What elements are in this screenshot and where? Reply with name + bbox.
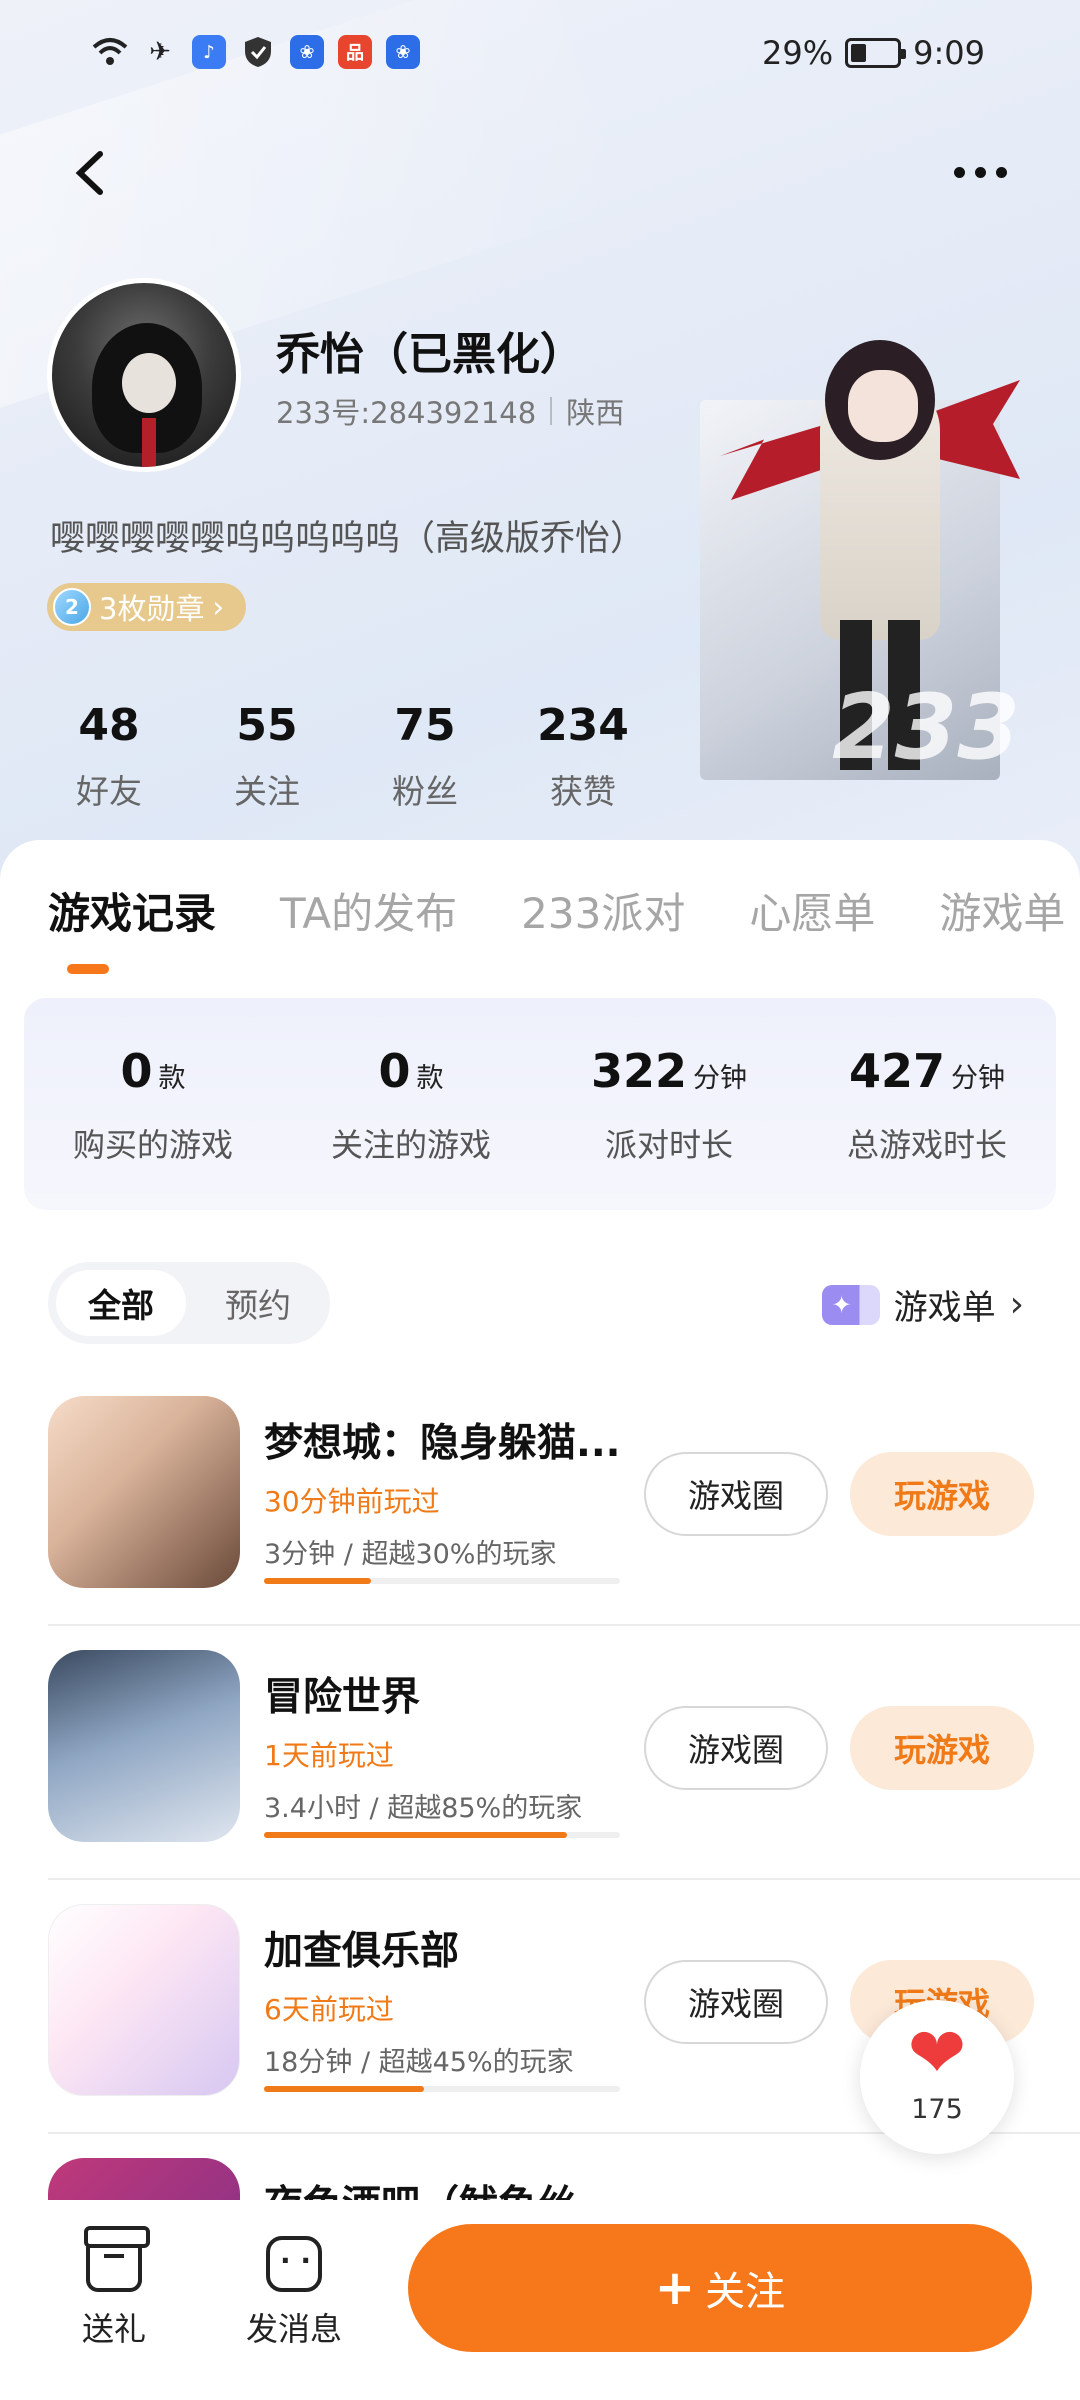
user-region: 陕西 [566, 396, 625, 430]
game-row[interactable]: 冒险世界 1天前玩过 3.4小时 / 超越85%的玩家 游戏圈 玩游戏 [48, 1626, 1080, 1880]
game-progress-bar [264, 2086, 620, 2092]
like-button[interactable]: ❤ 175 [860, 2000, 1014, 2154]
game-play-stat: 3.4小时 / 超越85%的玩家 [264, 1793, 583, 1824]
game-title: 冒险世界 [264, 1675, 421, 1720]
message-button[interactable]: 发消息 [246, 2236, 342, 2350]
game-thumbnail[interactable] [48, 1396, 240, 1588]
game-play-stat: 18分钟 / 超越45%的玩家 [264, 2047, 574, 2078]
medal-icon: 2 [53, 588, 91, 626]
chevron-right-icon: › [1009, 1284, 1024, 1325]
airplane-icon: ✈ [149, 37, 171, 67]
play-game-button[interactable]: 玩游戏 [850, 1706, 1034, 1790]
game-last-played: 30分钟前玩过 [264, 1485, 440, 1518]
game-list-link[interactable]: ✦ 游戏单 › [821, 1280, 1024, 1329]
game-title: 加查俱乐部 [264, 1929, 460, 1974]
game-circle-button[interactable]: 游戏圈 [644, 1452, 828, 1536]
tab-posts[interactable]: TA的发布 [280, 880, 457, 941]
summary-followed: 0款 关注的游戏 [330, 1044, 491, 1164]
tab-game-records[interactable]: 游戏记录 [48, 880, 216, 941]
status-bar: ✈ ♪ ❀ 品 ❀ 29% 9:09 [0, 0, 1080, 110]
character-platform-label: 233 [832, 675, 1020, 780]
summary-party-time: 322 分钟 派对时长 [590, 1044, 748, 1164]
profile-stats: 48 好友 55 关注 75 粉丝 234 获赞 [30, 700, 662, 813]
baidu-app-icon: ❀ [386, 35, 420, 69]
shopping-app-icon: 品 [338, 35, 372, 69]
follow-button[interactable]: + 关注 [408, 2224, 1032, 2352]
tab-party[interactable]: 233派对 [521, 880, 685, 941]
sparkle-icon: ✦ [821, 1284, 880, 1325]
game-play-stat: 3分钟 / 超越30%的玩家 [264, 1539, 557, 1570]
clock: 9:09 [913, 34, 985, 72]
game-title: 梦想城：隐身躲猫... [264, 1421, 621, 1466]
medal-label: 3枚勋章 [99, 592, 205, 626]
filter-reserve-button[interactable]: 预约 [198, 1270, 318, 1336]
summary-total-time: 427 分钟 总游戏时长 [846, 1044, 1007, 1164]
heart-icon: ❤ [907, 2012, 967, 2094]
user-bio: 嘤嘤嘤嘤嘤呜呜呜呜呜（高级版乔怡） [50, 519, 646, 559]
stat-following[interactable]: 55 关注 [188, 700, 346, 813]
chevron-left-icon [75, 151, 103, 195]
user-id-row: 233号:284392148 陕西 [276, 390, 624, 432]
more-menu-button[interactable] [940, 150, 1020, 194]
profile-tabs: 游戏记录 TA的发布 233派对 心愿单 游戏单 [48, 880, 1080, 941]
game-progress-bar [264, 1832, 620, 1838]
shield-icon [240, 34, 276, 70]
user-id: 233号:284392148 [276, 396, 537, 430]
chevron-right-icon: › [212, 590, 225, 624]
content-sheet: 游戏记录 TA的发布 233派对 心愿单 游戏单 0款 购买的游戏 0款 关注的… [0, 840, 1080, 2400]
wifi-icon [92, 34, 128, 70]
play-game-button[interactable]: 玩游戏 [850, 1452, 1034, 1536]
bottom-action-bar: 送礼 发消息 + 关注 [0, 2200, 1080, 2400]
filter-toggle: 全部 预约 [48, 1262, 330, 1344]
battery-icon [845, 38, 907, 68]
stat-friends[interactable]: 48 好友 [30, 700, 188, 813]
like-count: 175 [911, 2094, 963, 2125]
tab-wishlist[interactable]: 心愿单 [749, 880, 875, 941]
plus-icon: + [654, 2260, 696, 2316]
avatar-character-illustration: 233 [700, 320, 1020, 780]
back-button[interactable] [70, 148, 120, 198]
game-progress-bar [264, 1578, 620, 1584]
game-summary-card: 0款 购买的游戏 0款 关注的游戏 322 分钟 派对时长 427 分钟 总游戏时长 [24, 998, 1056, 1210]
medal-badge-button[interactable]: 2 3枚勋章 › [47, 583, 247, 631]
gift-icon [84, 2226, 150, 2292]
game-circle-button[interactable]: 游戏圈 [644, 1706, 828, 1790]
stat-followers[interactable]: 75 粉丝 [346, 700, 504, 813]
chat-bubble-icon [266, 2236, 322, 2292]
game-circle-button[interactable]: 游戏圈 [644, 1960, 828, 2044]
stat-likes[interactable]: 234 获赞 [504, 700, 662, 813]
active-tab-indicator [67, 964, 109, 974]
divider [550, 397, 553, 425]
username: 乔怡（已黑化） [276, 329, 584, 380]
filter-all-button[interactable]: 全部 [56, 1270, 186, 1336]
battery-percent: 29% [762, 34, 834, 72]
gift-button[interactable]: 送礼 [82, 2226, 150, 2350]
more-dot-icon [953, 166, 965, 178]
baidu-app-icon: ❀ [290, 35, 324, 69]
game-last-played: 6天前玩过 [264, 1993, 394, 2026]
summary-purchased: 0款 购买的游戏 [72, 1044, 233, 1164]
game-row[interactable]: 梦想城：隐身躲猫... 30分钟前玩过 3分钟 / 超越30%的玩家 游戏圈 玩… [48, 1372, 1080, 1626]
music-app-icon: ♪ [192, 35, 226, 69]
avatar[interactable] [47, 278, 241, 472]
game-thumbnail[interactable] [48, 1904, 240, 2096]
game-last-played: 1天前玩过 [264, 1739, 394, 1772]
tab-game-lists[interactable]: 游戏单 [939, 880, 1065, 941]
game-thumbnail[interactable] [48, 1650, 240, 1842]
profile-header: ✈ ♪ ❀ 品 ❀ 29% 9:09 乔怡（已黑化） 233号:28439214… [0, 0, 1080, 880]
